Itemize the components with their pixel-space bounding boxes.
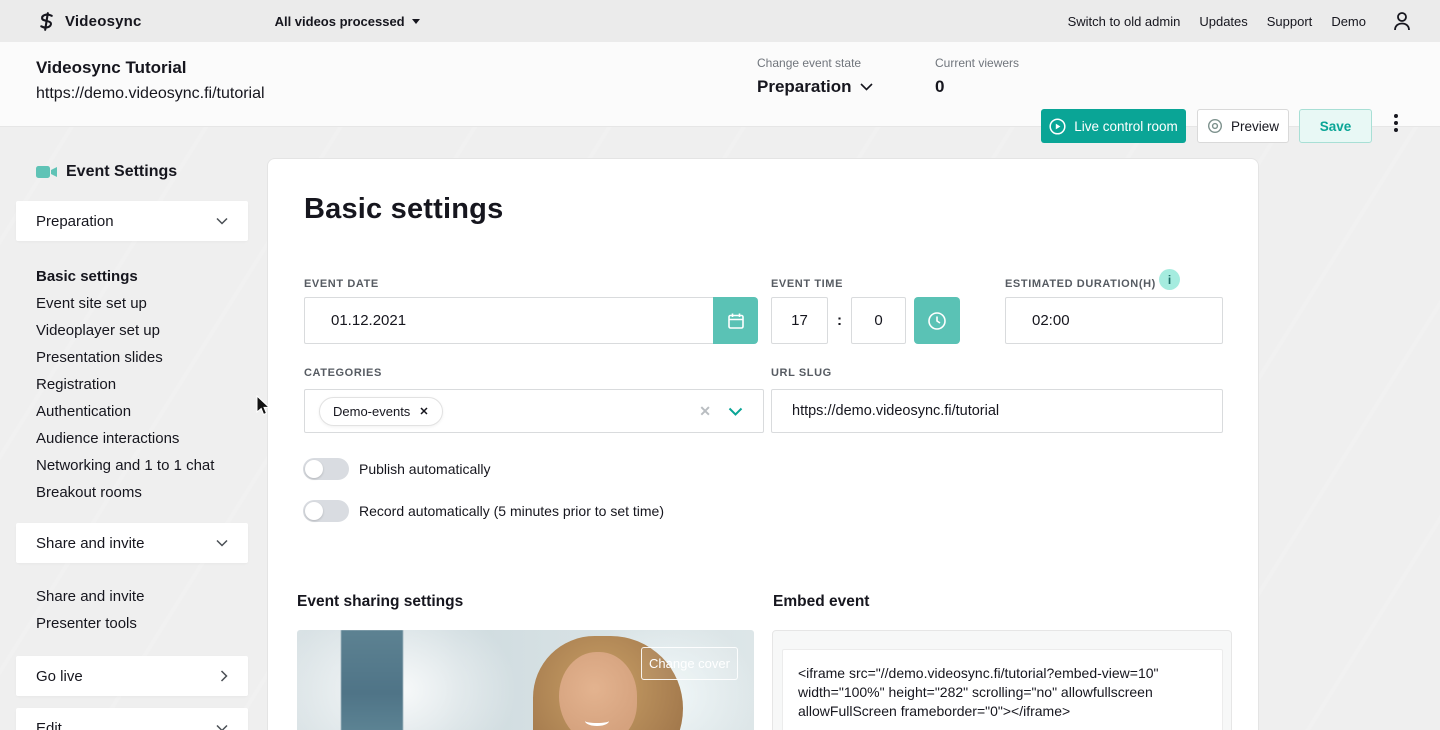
- chevron-down-icon: [216, 539, 228, 547]
- sidebar-item-videoplayer-set-up[interactable]: Videoplayer set up: [36, 317, 248, 344]
- sidebar-item-presentation-slides[interactable]: Presentation slides: [36, 344, 248, 371]
- change-cover-button[interactable]: Change cover: [641, 647, 738, 680]
- link-updates[interactable]: Updates: [1199, 14, 1247, 29]
- viewers-count: 0: [935, 77, 1019, 97]
- sidebar-item-networking[interactable]: Networking and 1 to 1 chat: [36, 452, 248, 479]
- event-state-value: Preparation: [757, 77, 851, 97]
- event-url[interactable]: https://demo.videosync.fi/tutorial: [36, 85, 265, 103]
- event-title: Videosync Tutorial: [36, 58, 187, 78]
- share-items: Share and invite Presenter tools: [36, 583, 248, 637]
- topbar: Videosync All videos processed Switch to…: [0, 0, 1440, 42]
- time-separator: :: [837, 312, 842, 329]
- sidebar-item-basic-settings[interactable]: Basic settings: [36, 263, 248, 290]
- topbar-links: Switch to old admin Updates Support Demo: [1068, 14, 1366, 29]
- sidebar-section-go-live[interactable]: Go live: [16, 656, 248, 696]
- sidebar-item-audience-interactions[interactable]: Audience interactions: [36, 425, 248, 452]
- play-circle-icon: [1049, 118, 1066, 135]
- chevron-down-icon: [860, 83, 873, 91]
- link-support[interactable]: Support: [1267, 14, 1313, 29]
- sidebar-item-breakout-rooms[interactable]: Breakout rooms: [36, 479, 248, 506]
- eye-icon: [1207, 118, 1223, 134]
- videos-status-label: All videos processed: [275, 14, 405, 29]
- event-cover-image: Change cover: [297, 630, 754, 730]
- sidebar-section-share-and-invite[interactable]: Share and invite: [16, 523, 248, 563]
- publish-automatically-toggle[interactable]: [303, 458, 349, 480]
- categories-label: CATEGORIES: [304, 367, 382, 379]
- calendar-button[interactable]: [713, 297, 758, 344]
- calendar-icon: [727, 312, 745, 330]
- event-state-select[interactable]: Preparation: [757, 77, 873, 97]
- duration-input[interactable]: [1005, 297, 1223, 344]
- video-camera-icon: [36, 165, 57, 179]
- videos-status-dropdown[interactable]: All videos processed: [275, 14, 420, 29]
- event-sharing-heading: Event sharing settings: [297, 593, 463, 611]
- mouse-cursor: [256, 395, 271, 417]
- select-chevron-down-icon[interactable]: [728, 407, 743, 416]
- brand-name: Videosync: [65, 13, 142, 30]
- event-date-label: EVENT DATE: [304, 278, 379, 290]
- sidebar-item-authentication[interactable]: Authentication: [36, 398, 248, 425]
- select-clear-icon[interactable]: ✕: [699, 403, 711, 420]
- preview-button[interactable]: Preview: [1197, 109, 1289, 143]
- event-time-field: :: [771, 297, 960, 344]
- categories-select[interactable]: Demo-events ✕ ✕: [304, 389, 764, 433]
- more-options-button[interactable]: [1391, 114, 1401, 132]
- preparation-items: Basic settings Event site set up Videopl…: [36, 263, 248, 506]
- event-state-block: Change event state Preparation: [757, 56, 873, 97]
- url-slug-input[interactable]: [771, 389, 1223, 433]
- sidebar-item-share-and-invite[interactable]: Share and invite: [36, 583, 248, 610]
- save-button-label: Save: [1320, 119, 1352, 134]
- sidebar-item-registration[interactable]: Registration: [36, 371, 248, 398]
- duration-label: ESTIMATED DURATION(H): [1005, 278, 1156, 290]
- event-state-label: Change event state: [757, 56, 873, 70]
- url-slug-label: URL SLUG: [771, 367, 832, 379]
- viewers-label: Current viewers: [935, 56, 1019, 70]
- chip-remove-icon[interactable]: ✕: [419, 405, 428, 418]
- sidebar-item-presenter-tools[interactable]: Presenter tools: [36, 610, 248, 637]
- embed-panel: <iframe src="//demo.videosync.fi/tutoria…: [772, 630, 1232, 730]
- record-automatically-toggle[interactable]: [303, 500, 349, 522]
- page-title: Basic settings: [304, 193, 503, 226]
- live-button-label: Live control room: [1074, 119, 1178, 134]
- publish-toggle-label: Publish automatically: [359, 461, 491, 477]
- chevron-down-icon: [216, 724, 228, 730]
- publish-toggle-row: Publish automatically: [303, 458, 491, 480]
- live-control-room-button[interactable]: Live control room: [1041, 109, 1186, 143]
- sidebar-section-preparation[interactable]: Preparation: [16, 201, 248, 241]
- link-demo[interactable]: Demo: [1331, 14, 1366, 29]
- duration-info-icon[interactable]: i: [1159, 269, 1180, 290]
- record-toggle-label: Record automatically (5 minutes prior to…: [359, 503, 664, 519]
- person-icon: [1392, 10, 1412, 32]
- link-switch-old-admin[interactable]: Switch to old admin: [1068, 14, 1181, 29]
- account-button[interactable]: [1392, 10, 1412, 32]
- save-button[interactable]: Save: [1299, 109, 1372, 143]
- event-date-field: [304, 297, 758, 344]
- caret-down-icon: [412, 19, 420, 24]
- embed-code[interactable]: <iframe src="//demo.videosync.fi/tutoria…: [782, 649, 1223, 730]
- brand[interactable]: Videosync: [36, 11, 142, 32]
- clock-icon: [927, 311, 947, 331]
- event-date-input[interactable]: [304, 297, 713, 344]
- chevron-down-icon: [216, 217, 228, 225]
- embed-event-heading: Embed event: [773, 593, 869, 611]
- event-time-hour-input[interactable]: [771, 297, 828, 344]
- clock-button[interactable]: [914, 297, 960, 344]
- sidebar: Event Settings Preparation Basic setting…: [16, 127, 248, 730]
- sidebar-item-event-site-set-up[interactable]: Event site set up: [36, 290, 248, 317]
- record-toggle-row: Record automatically (5 minutes prior to…: [303, 500, 664, 522]
- preview-button-label: Preview: [1231, 119, 1279, 134]
- kebab-menu-icon: [1394, 114, 1398, 118]
- event-time-minute-input[interactable]: [851, 297, 906, 344]
- videosync-logo-icon: [36, 11, 57, 32]
- chevron-right-icon: [220, 670, 228, 682]
- event-time-label: EVENT TIME: [771, 278, 843, 290]
- category-chip-label: Demo-events: [333, 404, 410, 419]
- basic-settings-panel: Basic settings EVENT DATE EVENT TIME : E…: [267, 158, 1259, 730]
- sidebar-title: Event Settings: [36, 163, 248, 181]
- sidebar-section-edit[interactable]: Edit: [16, 708, 248, 730]
- event-header: Videosync Tutorial https://demo.videosyn…: [0, 42, 1440, 127]
- current-viewers-block: Current viewers 0: [935, 56, 1019, 97]
- category-chip: Demo-events ✕: [319, 397, 443, 426]
